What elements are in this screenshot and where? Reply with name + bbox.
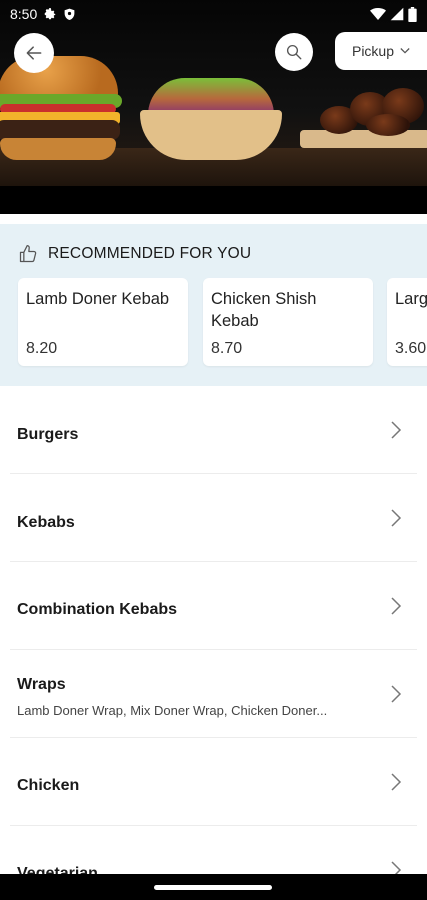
pickup-label: Pickup (351, 43, 395, 59)
status-bar: 8:50 (0, 0, 427, 28)
chevron-right-icon (391, 685, 402, 703)
category-row-wraps[interactable]: Wraps Lamb Doner Wrap, Mix Doner Wrap, C… (10, 650, 417, 738)
chevron-right-icon (391, 509, 402, 527)
gear-icon (45, 8, 56, 20)
pickup-dropdown[interactable]: Pickup (335, 32, 427, 70)
hero-banner: 8:50 Pickup (0, 0, 427, 214)
system-navigation-bar (0, 874, 427, 900)
burger-image (0, 56, 124, 166)
category-subtitle: Lamb Doner Wrap, Mix Doner Wrap, Chicken… (17, 703, 328, 718)
home-gesture-handle[interactable] (154, 885, 272, 890)
recommended-item-price: 8.20 (26, 340, 58, 357)
recommended-header: RECOMMENDED FOR YOU (18, 244, 251, 264)
battery-icon (408, 6, 417, 22)
recommended-section: RECOMMENDED FOR YOU Lamb Doner Kebab 8.2… (0, 224, 427, 386)
search-button[interactable] (275, 33, 313, 71)
arrow-left-icon (26, 46, 42, 60)
kebab-pita-image (140, 70, 282, 162)
signal-icon (390, 7, 404, 21)
recommended-item-price: 3.60 (395, 340, 427, 357)
category-row-chicken[interactable]: Chicken (10, 738, 417, 826)
category-row-combination-kebabs[interactable]: Combination Kebabs (10, 562, 417, 650)
category-name: Kebabs (17, 514, 75, 531)
recommended-card[interactable]: Larg 3.60 (387, 278, 427, 366)
chicken-wings-image (300, 80, 427, 154)
recommended-card[interactable]: Lamb Doner Kebab 8.20 (18, 278, 188, 366)
shield-icon (64, 8, 75, 20)
category-row-burgers[interactable]: Burgers (10, 386, 417, 474)
recommended-item-name: Lamb Doner Kebab (26, 290, 170, 308)
category-row-kebabs[interactable]: Kebabs (10, 474, 417, 562)
recommended-item-name: Larg (395, 290, 427, 308)
back-button[interactable] (14, 33, 54, 73)
chevron-down-icon (400, 48, 410, 54)
search-icon (286, 44, 302, 60)
wifi-icon (370, 8, 386, 20)
category-name: Wraps (17, 676, 66, 693)
recommended-card[interactable]: Chicken Shish Kebab 8.70 (203, 278, 373, 366)
chevron-right-icon (391, 421, 402, 439)
category-list: Burgers Kebabs Combination Kebabs Wraps … (0, 386, 427, 900)
recommended-item-name: Chicken Shish Kebab (211, 290, 317, 330)
thumbs-up-icon (19, 245, 37, 263)
recommended-item-price: 8.70 (211, 340, 243, 357)
category-name: Burgers (17, 426, 79, 443)
status-time: 8:50 (10, 6, 38, 22)
chevron-right-icon (391, 597, 402, 615)
category-name: Chicken (17, 777, 80, 794)
recommended-title: RECOMMENDED FOR YOU (48, 245, 252, 262)
chevron-right-icon (391, 773, 402, 791)
category-name: Combination Kebabs (17, 601, 178, 618)
